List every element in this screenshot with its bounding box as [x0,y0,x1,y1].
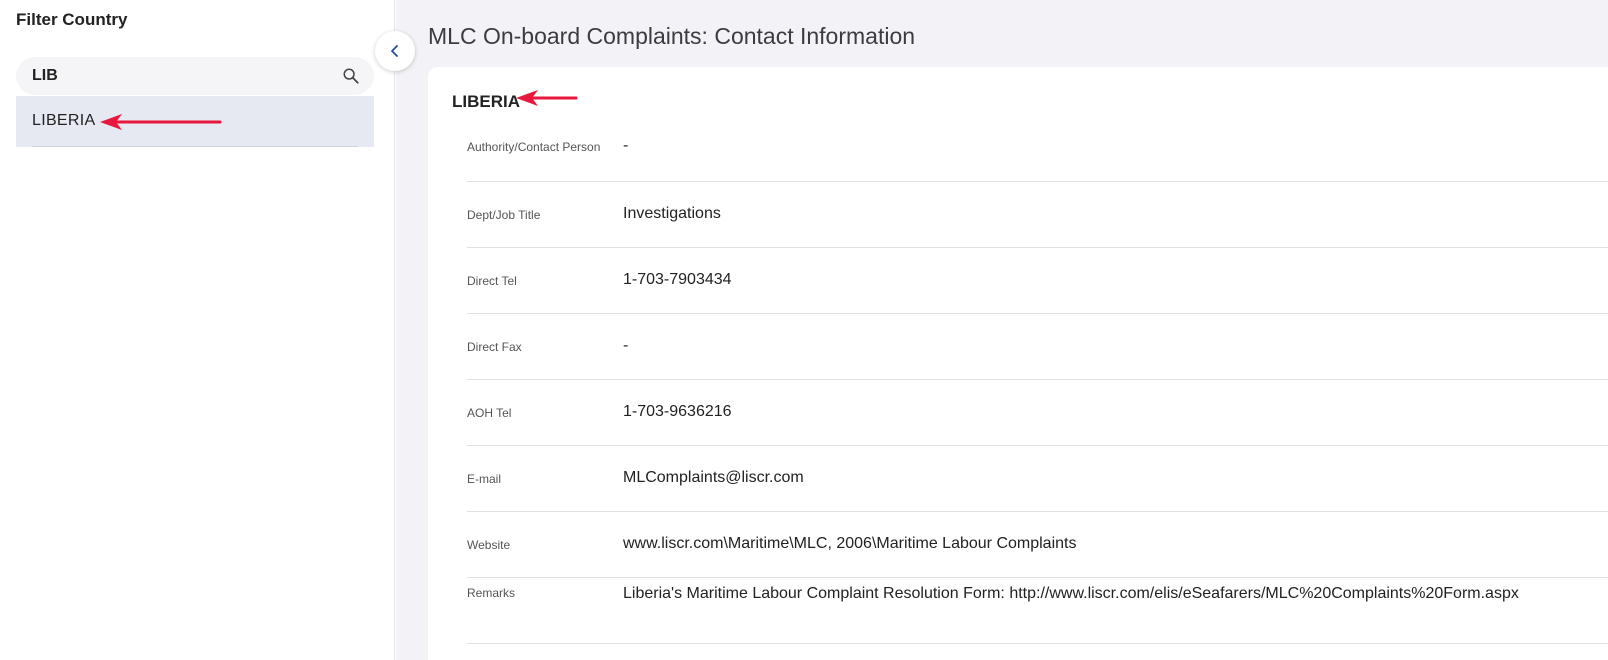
field-row-direct-tel: Direct Tel 1-703-7903434 [467,248,1608,314]
contact-card: LIBERIA Authority/Contact Person - Dept/… [428,67,1608,660]
search-input[interactable] [32,57,332,95]
field-label: Direct Fax [467,340,522,354]
field-label: Direct Tel [467,274,517,288]
page-title: MLC On-board Complaints: Contact Informa… [428,23,916,49]
search-box[interactable] [16,57,374,95]
field-value: www.liscr.com\Maritime\MLC, 2006\Maritim… [623,535,1077,552]
field-label: Dept/Job Title [467,208,541,222]
field-row-direct-fax: Direct Fax - [467,314,1608,380]
country-result-label: LIBERIA [32,112,96,129]
country-name: LIBERIA [452,92,520,111]
field-value: MLComplaints@liscr.com [623,469,804,486]
sidebar: Filter Country LIBERIA [0,0,395,660]
red-arrow-icon [100,114,222,130]
field-label: Website [467,538,511,552]
field-row-email: E-mail MLComplaints@liscr.com [467,446,1608,512]
result-divider [32,146,358,147]
field-label: Authority/Contact Person [467,140,601,154]
field-row-job-title: Dept/Job Title Investigations [467,182,1608,248]
field-label: Remarks [467,586,516,600]
field-label: AOH Tel [467,406,512,420]
field-value: Liberia's Maritime Labour Complaint Reso… [623,585,1519,602]
field-value: - [623,337,629,354]
search-icon[interactable] [342,67,360,85]
field-value: - [623,137,629,154]
field-value: 1-703-7903434 [623,271,732,288]
field-label: E-mail [467,472,502,486]
chevron-left-icon [391,45,398,57]
field-row-aoh-tel: AOH Tel 1-703-9636216 [467,380,1608,446]
field-row-remarks: Remarks Liberia's Maritime Labour Compla… [467,578,1608,644]
field-row-website: Website www.liscr.com\Maritime\MLC, 2006… [467,512,1608,578]
field-value: Investigations [623,205,721,222]
red-arrow-icon [516,90,578,106]
field-value: 1-703-9636216 [623,403,732,420]
collapse-sidebar-button[interactable] [375,31,415,71]
sidebar-title: Filter Country [16,10,128,29]
field-row-contact-person: Authority/Contact Person - [467,116,1608,182]
